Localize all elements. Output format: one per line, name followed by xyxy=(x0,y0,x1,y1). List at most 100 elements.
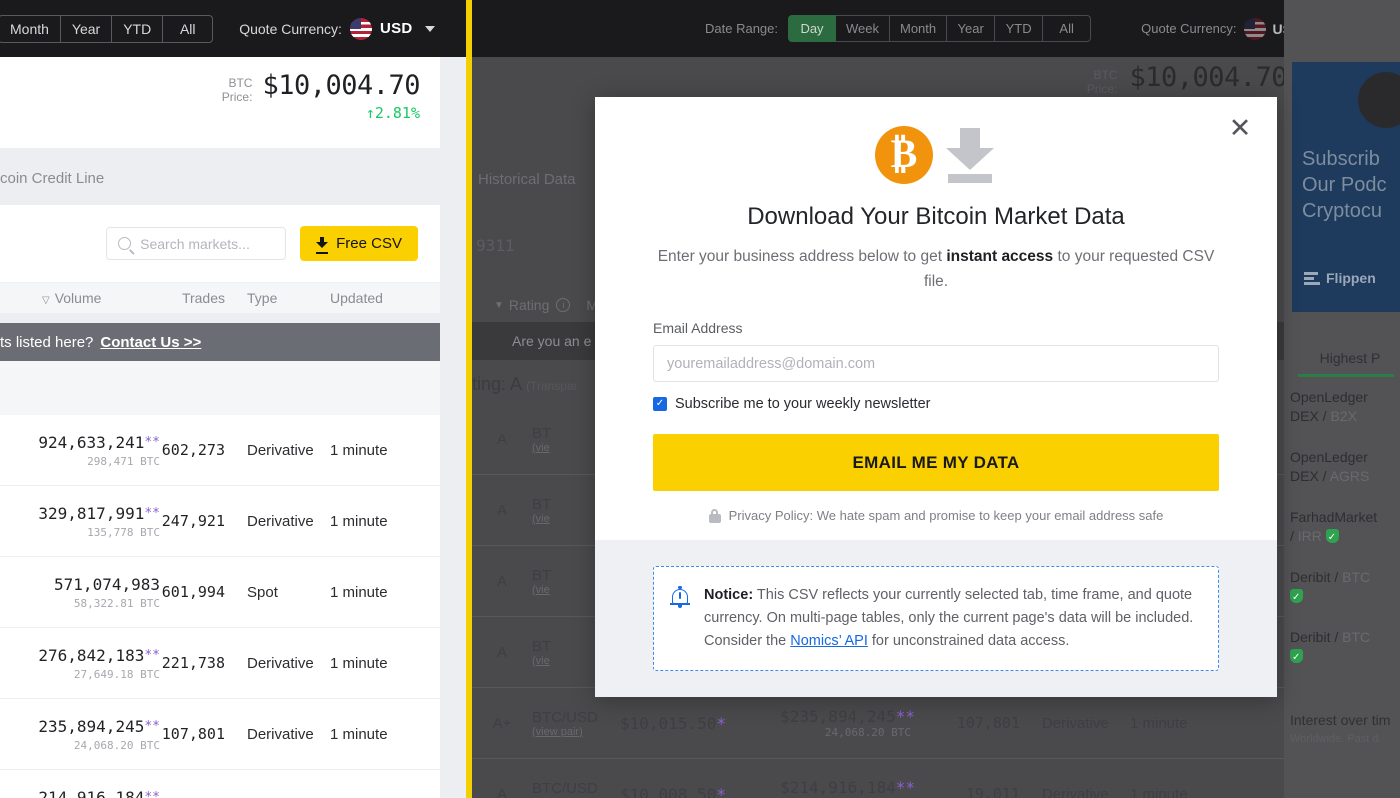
verified-shield-icon xyxy=(1325,528,1339,547)
free-csv-button[interactable]: Free CSV xyxy=(300,226,418,261)
left-panel: BTC Price: $10,004.70 ↑2.81% coin Credit… xyxy=(0,0,466,798)
range-month-button[interactable]: Month xyxy=(0,14,61,43)
highest-prices-panel: Highest P OpenLedger DEX / B2X OpenLedge… xyxy=(1284,350,1400,677)
row-trades: 107,801 xyxy=(956,714,1020,732)
search-placeholder: Search markets... xyxy=(140,235,250,252)
list-item[interactable]: FarhadMarket / IRR xyxy=(1284,497,1400,557)
row-updated: 1 minute xyxy=(1130,785,1188,798)
tab-highest-prices[interactable]: Highest P xyxy=(1284,350,1400,374)
table-row[interactable]: 276,842,183** 27,649.18 BTC 221,738 Deri… xyxy=(0,628,440,699)
column-updated[interactable]: Updated xyxy=(330,290,440,306)
row-pair[interactable]: BTC/USD (view pair) xyxy=(532,780,620,798)
column-type[interactable]: Type xyxy=(225,290,330,306)
modal-header-icons: ₿ xyxy=(653,126,1219,184)
email-me-my-data-button[interactable]: EMAIL ME MY DATA xyxy=(653,434,1219,491)
us-flag-icon xyxy=(1243,17,1266,40)
row-trades: 221,738 xyxy=(161,654,225,672)
background-range-ytd[interactable]: YTD xyxy=(995,15,1044,42)
modal-footer: Notice: This CSV reflects your currently… xyxy=(595,540,1277,697)
podcast-promo-panel[interactable]: Subscrib Our Podc Cryptocu Flippen xyxy=(1292,62,1400,312)
us-flag-icon xyxy=(349,17,372,40)
row-price: $10,008.50* xyxy=(620,784,726,798)
markets-column-headers: ▽ Volume Trades Type Updated xyxy=(0,282,440,313)
background-historical-data-tab[interactable]: Historical Data xyxy=(478,171,576,188)
background-date-range-label: Date Range: xyxy=(705,21,778,36)
btc-price-label: BTC Price: xyxy=(221,76,253,104)
nomics-api-link[interactable]: Nomics’ API xyxy=(790,633,868,649)
row-trades: 19,011 xyxy=(965,785,1020,798)
row-volume: 329,817,991** 135,778 BTC xyxy=(38,503,160,539)
list-item[interactable]: Deribit / BTC xyxy=(1284,617,1400,677)
column-trades[interactable]: Trades xyxy=(160,290,225,306)
table-row[interactable]: A+ BTC/USD (view pair) $10,015.50* $235,… xyxy=(472,688,1284,759)
topbar-left: Month Year YTD All Quote Currency: USD xyxy=(0,0,466,57)
contact-us-link[interactable]: Contact Us >> xyxy=(100,334,201,351)
markets-card: Search markets... Free CSV ▽ Volume Trade… xyxy=(0,205,440,313)
newsletter-checkbox[interactable] xyxy=(653,397,667,411)
row-updated: 1 minute xyxy=(330,583,388,601)
podcast-promo-text: Subscrib Our Podc Cryptocu xyxy=(1302,148,1387,222)
background-quote-currency-label: Quote Currency: xyxy=(1141,21,1237,36)
table-row[interactable]: 235,894,245** 24,068.20 BTC 107,801 Deri… xyxy=(0,699,440,770)
download-csv-modal: ✕ ₿ Download Your Bitcoin Market Data En… xyxy=(595,97,1277,697)
row-rating: A+ xyxy=(492,714,512,732)
podcast-brand: Flippen xyxy=(1304,270,1376,286)
list-item[interactable]: OpenLedger DEX / B2X xyxy=(1284,377,1400,437)
row-rating: A xyxy=(496,643,507,661)
row-volume: 235,894,245** 24,068.20 BTC xyxy=(38,716,160,752)
interest-over-time-panel: Interest over tim Worldwide. Past d xyxy=(1284,712,1400,745)
row-rating: A xyxy=(496,572,507,590)
table-row[interactable]: 329,817,991** 135,778 BTC 247,921 Deriva… xyxy=(0,486,440,557)
interest-subtitle: Worldwide. Past d xyxy=(1290,733,1379,745)
row-pair[interactable]: BTC/USD (view pair) xyxy=(532,709,620,738)
row-updated: 1 minute xyxy=(1130,714,1188,732)
markets-toolbar: Search markets... Free CSV xyxy=(0,205,440,282)
row-volume: 571,074,983 58,322.81 BTC xyxy=(54,574,160,610)
background-range-week[interactable]: Week xyxy=(836,15,890,42)
info-icon[interactable]: i xyxy=(556,298,571,312)
sort-caret-icon: ▼ xyxy=(494,299,504,311)
row-trades: 601,994 xyxy=(161,583,225,601)
quote-currency-selector[interactable]: Quote Currency: USD xyxy=(239,17,435,40)
panel-split-divider xyxy=(466,0,472,798)
range-all-button[interactable]: All xyxy=(163,14,214,43)
row-updated: 1 minute xyxy=(330,512,388,530)
flippening-bars-icon xyxy=(1304,271,1320,285)
background-partial-number: 9311 xyxy=(476,236,515,255)
row-volume: 214,916,184** 21,923.92 BTC xyxy=(38,787,160,798)
modal-subtitle: Enter your business address below to get… xyxy=(657,248,1215,290)
background-range-month[interactable]: Month xyxy=(890,15,948,42)
credit-line-text: coin Credit Line xyxy=(0,170,105,187)
list-item[interactable]: Deribit / BTC xyxy=(1284,557,1400,617)
row-type: Derivative xyxy=(247,441,314,459)
row-updated: 1 minute xyxy=(330,654,388,672)
background-range-day[interactable]: Day xyxy=(788,15,836,42)
privacy-text: Privacy Policy: We hate spam and promise… xyxy=(728,508,1164,523)
row-rating: A xyxy=(496,501,507,519)
background-topbar: Date Range: Day Week Month Year YTD All … xyxy=(472,0,1400,57)
list-item[interactable]: OpenLedger DEX / AGRS xyxy=(1284,437,1400,497)
column-volume[interactable]: ▽ Volume xyxy=(0,290,160,306)
table-row[interactable]: A BTC/USD (view pair) $10,008.50* $214,9… xyxy=(472,759,1284,798)
background-rating-column[interactable]: Rating xyxy=(509,297,549,313)
chevron-down-icon xyxy=(424,25,435,32)
row-trades: 107,801 xyxy=(161,725,225,743)
download-arrow-icon xyxy=(943,126,997,184)
table-row[interactable]: 571,074,983 58,322.81 BTC 601,994 Spot 1… xyxy=(0,557,440,628)
close-icon[interactable]: ✕ xyxy=(1225,113,1255,143)
row-type: Derivative xyxy=(1042,714,1109,732)
modal-body: ₿ Download Your Bitcoin Market Data Ente… xyxy=(595,97,1277,540)
btc-price-block: BTC Price: $10,004.70 xyxy=(221,70,421,104)
table-row[interactable]: 214,916,184** 21,923.92 BTC 19,011 Deriv… xyxy=(0,770,440,798)
bell-alert-icon xyxy=(670,586,690,609)
interest-title: Interest over tim xyxy=(1290,712,1391,728)
table-row[interactable]: 924,633,241** 298,471 BTC 602,273 Deriva… xyxy=(0,415,440,486)
newsletter-checkbox-row[interactable]: Subscribe me to your weekly newsletter xyxy=(653,396,1219,412)
background-range-year[interactable]: Year xyxy=(947,15,996,42)
range-ytd-button[interactable]: YTD xyxy=(112,14,164,43)
background-range-all[interactable]: All xyxy=(1043,15,1092,42)
search-input[interactable]: Search markets... xyxy=(106,227,287,260)
range-year-button[interactable]: Year xyxy=(60,14,113,43)
bitcoin-icon: ₿ xyxy=(875,126,933,184)
email-field[interactable] xyxy=(653,345,1219,382)
